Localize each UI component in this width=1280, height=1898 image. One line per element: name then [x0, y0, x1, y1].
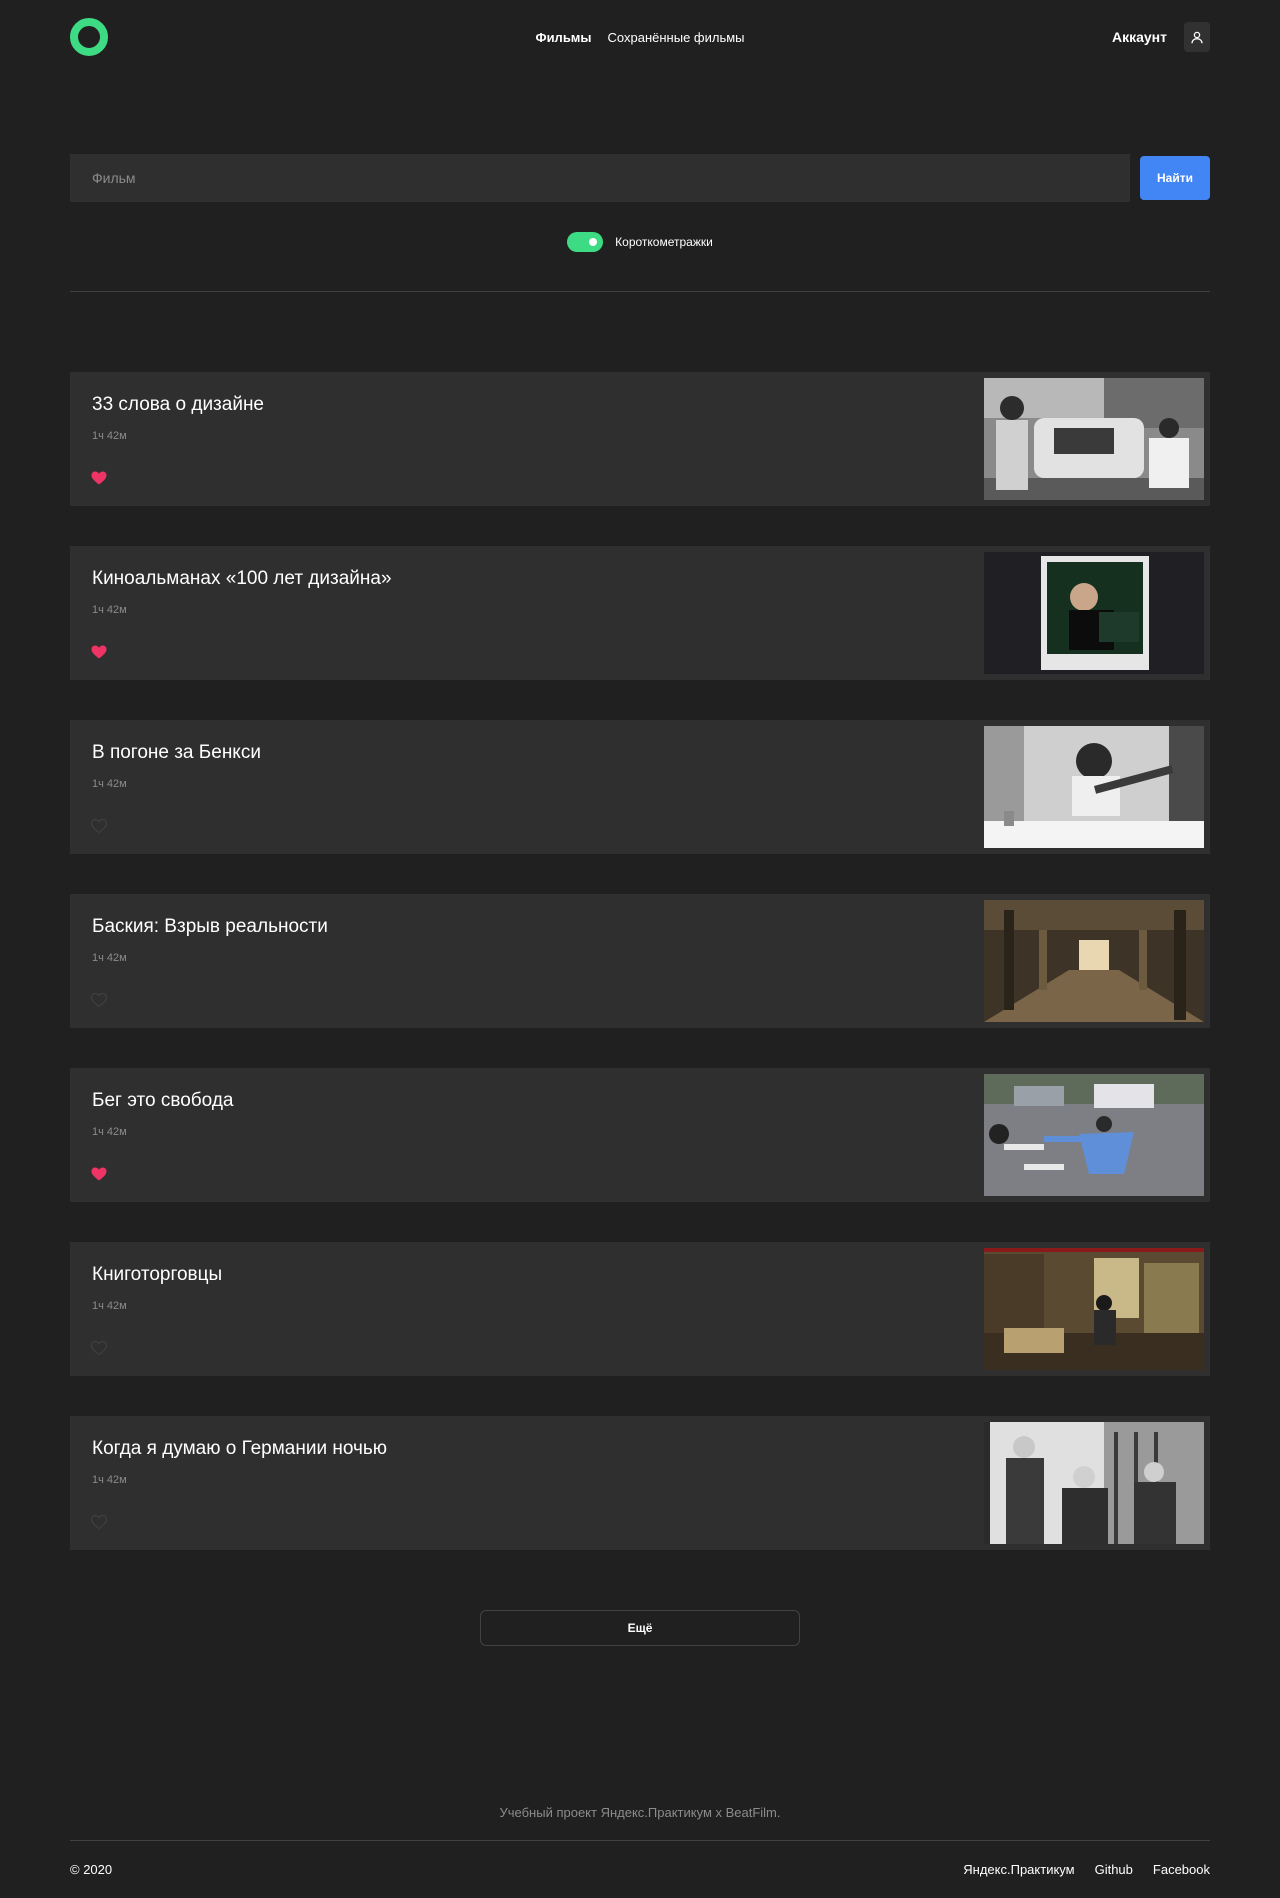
footer-link-github[interactable]: Github [1095, 1862, 1133, 1877]
heart-icon[interactable] [91, 819, 107, 833]
movie-duration: 1ч 42м [92, 430, 127, 442]
heart-icon[interactable] [91, 1515, 107, 1529]
movie-card: Книготорговцы 1ч 42м [70, 1242, 1210, 1376]
movie-duration: 1ч 42м [92, 1126, 127, 1138]
heart-icon[interactable] [91, 1167, 107, 1181]
nav-saved-movies[interactable]: Сохранённые фильмы [608, 30, 745, 45]
search-form: Найти [70, 154, 1210, 202]
movie-title: Книготорговцы [92, 1264, 223, 1285]
heart-icon[interactable] [91, 1341, 107, 1355]
footer-link-practicum[interactable]: Яндекс.Практикум [963, 1862, 1074, 1877]
movie-card: Баския: Взрыв реальности 1ч 42м [70, 894, 1210, 1028]
search-divider [70, 291, 1210, 292]
main-nav: Фильмы Сохранённые фильмы [70, 18, 1210, 56]
user-icon[interactable] [1184, 22, 1210, 52]
heart-icon[interactable] [91, 993, 107, 1007]
movie-duration: 1ч 42м [92, 778, 127, 790]
heart-icon[interactable] [91, 471, 107, 485]
movie-card: Киноальманах «100 лет дизайна» 1ч 42м [70, 546, 1210, 680]
movie-title: 33 слова о дизайне [92, 394, 265, 415]
movie-duration: 1ч 42м [92, 604, 127, 616]
movie-card: Бег это свобода 1ч 42м [70, 1068, 1210, 1202]
footer-copyright: © 2020 [70, 1862, 113, 1877]
site-header: Фильмы Сохранённые фильмы Аккаунт [70, 18, 1210, 56]
movie-thumbnail[interactable] [984, 1074, 1204, 1196]
more-button[interactable]: Ещё [480, 1610, 800, 1646]
movie-title: Бег это свобода [92, 1090, 234, 1111]
footer-note: Учебный проект Яндекс.Практикум х BeatFi… [499, 1805, 781, 1820]
movie-duration: 1ч 42м [92, 952, 127, 964]
nav-movies[interactable]: Фильмы [535, 30, 591, 45]
movie-card: В погоне за Бенкси 1ч 42м [70, 720, 1210, 854]
account-link[interactable]: Аккаунт [1112, 22, 1210, 52]
movie-thumbnail[interactable] [984, 378, 1204, 500]
movie-card: 33 слова о дизайне 1ч 42м [70, 372, 1210, 506]
heart-icon[interactable] [91, 645, 107, 659]
movie-thumbnail[interactable] [984, 552, 1204, 674]
movie-thumbnail[interactable] [984, 1248, 1204, 1370]
logo[interactable] [70, 18, 108, 56]
toggle-knob [589, 238, 598, 246]
search-input[interactable] [70, 154, 1130, 202]
shorts-toggle[interactable] [567, 232, 604, 252]
movies-list: 33 слова о дизайне 1ч 42м Киноальманах «… [70, 372, 1210, 1590]
movie-thumbnail[interactable] [984, 900, 1204, 1022]
account-label[interactable]: Аккаунт [1112, 29, 1167, 45]
movie-duration: 1ч 42м [92, 1300, 127, 1312]
movie-thumbnail[interactable] [984, 1422, 1204, 1544]
movie-title: Киноальманах «100 лет дизайна» [92, 568, 392, 589]
movie-title: В погоне за Бенкси [92, 742, 261, 763]
footer-links: Яндекс.Практикум Github Facebook [963, 1862, 1210, 1877]
movie-title: Когда я думаю о Германии ночью [92, 1438, 388, 1459]
shorts-filter: Короткометражки [0, 232, 1280, 252]
shorts-label: Короткометражки [615, 235, 713, 249]
footer-divider [70, 1840, 1210, 1841]
movie-title: Баския: Взрыв реальности [92, 916, 328, 937]
footer-link-facebook[interactable]: Facebook [1153, 1862, 1210, 1877]
movie-card: Когда я думаю о Германии ночью 1ч 42м [70, 1416, 1210, 1550]
search-button[interactable]: Найти [1140, 156, 1210, 200]
movie-duration: 1ч 42м [92, 1474, 127, 1486]
movie-thumbnail[interactable] [984, 726, 1204, 848]
